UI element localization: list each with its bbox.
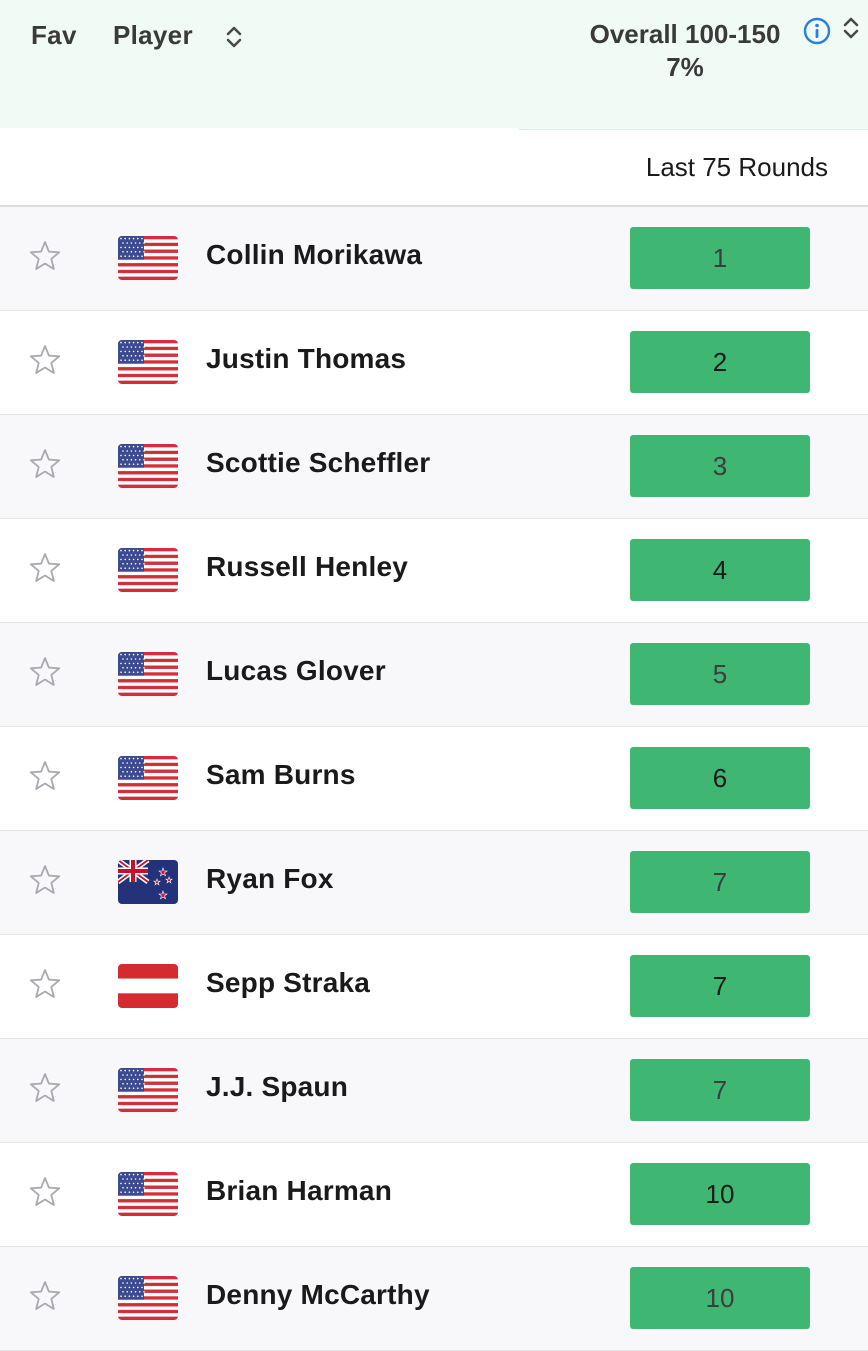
usa-flag-icon [118,236,178,280]
star-icon[interactable] [28,343,62,377]
rank-value: 1 [630,227,810,289]
player-name[interactable]: Brian Harman [206,1175,392,1207]
info-icon[interactable] [803,17,831,45]
rank-value: 4 [630,539,810,601]
player-name[interactable]: Scottie Scheffler [206,447,430,479]
header-background [0,0,519,128]
player-name[interactable]: Lucas Glover [206,655,386,687]
rank-value: 6 [630,747,810,809]
player-list: Collin Morikawa 1 Justin Thomas 2 Scotti… [0,207,868,1351]
player-name[interactable]: Russell Henley [206,551,408,583]
player-name[interactable]: Sepp Straka [206,967,370,999]
usa-flag-icon [118,548,178,592]
player-name[interactable]: Sam Burns [206,759,356,791]
usa-flag-icon [118,1172,178,1216]
player-name[interactable]: Collin Morikawa [206,239,422,271]
overall-column-percent: 7% [666,52,704,82]
star-icon[interactable] [28,863,62,897]
player-name[interactable]: J.J. Spaun [206,1071,348,1103]
table-row[interactable]: Sam Burns 6 [0,727,868,831]
rank-value: 10 [630,1267,810,1329]
table-row[interactable]: Collin Morikawa 1 [0,207,868,311]
star-icon[interactable] [28,447,62,481]
new-zealand-flag-icon [118,860,178,904]
star-icon[interactable] [28,239,62,273]
rank-value: 3 [630,435,810,497]
star-icon[interactable] [28,1279,62,1313]
table-row[interactable]: Russell Henley 4 [0,519,868,623]
usa-flag-icon [118,444,178,488]
table-row[interactable]: Ryan Fox 7 [0,831,868,935]
sort-icon[interactable] [225,23,243,51]
austria-flag-icon [118,964,178,1008]
rank-value: 7 [630,955,810,1017]
overall-column-header[interactable]: Overall 100-150 7% [560,18,810,84]
usa-flag-icon [118,756,178,800]
player-name[interactable]: Ryan Fox [206,863,334,895]
table-subheader: Last 75 Rounds [0,130,868,207]
rank-value: 7 [630,851,810,913]
table-row[interactable]: Denny McCarthy 10 [0,1247,868,1351]
rank-value: 5 [630,643,810,705]
fav-column-header: Fav [31,20,77,50]
usa-flag-icon [118,1068,178,1112]
overall-column-title: Overall 100-150 [589,19,781,49]
usa-flag-icon [118,652,178,696]
star-icon[interactable] [28,655,62,689]
usa-flag-icon [118,1276,178,1320]
player-name[interactable]: Justin Thomas [206,343,406,375]
rank-value: 7 [630,1059,810,1121]
star-icon[interactable] [28,1071,62,1105]
rank-value: 2 [630,331,810,393]
usa-flag-icon [118,340,178,384]
table-row[interactable]: Scottie Scheffler 3 [0,415,868,519]
rank-value: 10 [630,1163,810,1225]
table-row[interactable]: Sepp Straka 7 [0,935,868,1039]
star-icon[interactable] [28,967,62,1001]
table-row[interactable]: J.J. Spaun 7 [0,1039,868,1143]
player-name[interactable]: Denny McCarthy [206,1279,430,1311]
star-icon[interactable] [28,551,62,585]
last-rounds-label: Last 75 Rounds [645,152,828,182]
table-header: Fav Player Overall 100-150 7% [0,0,868,130]
sort-icon[interactable] [842,14,860,42]
table-row[interactable]: Lucas Glover 5 [0,623,868,727]
table-row[interactable]: Brian Harman 10 [0,1143,868,1247]
table-row[interactable]: Justin Thomas 2 [0,311,868,415]
player-column-header[interactable]: Player [113,20,193,51]
star-icon[interactable] [28,759,62,793]
star-icon[interactable] [28,1175,62,1209]
